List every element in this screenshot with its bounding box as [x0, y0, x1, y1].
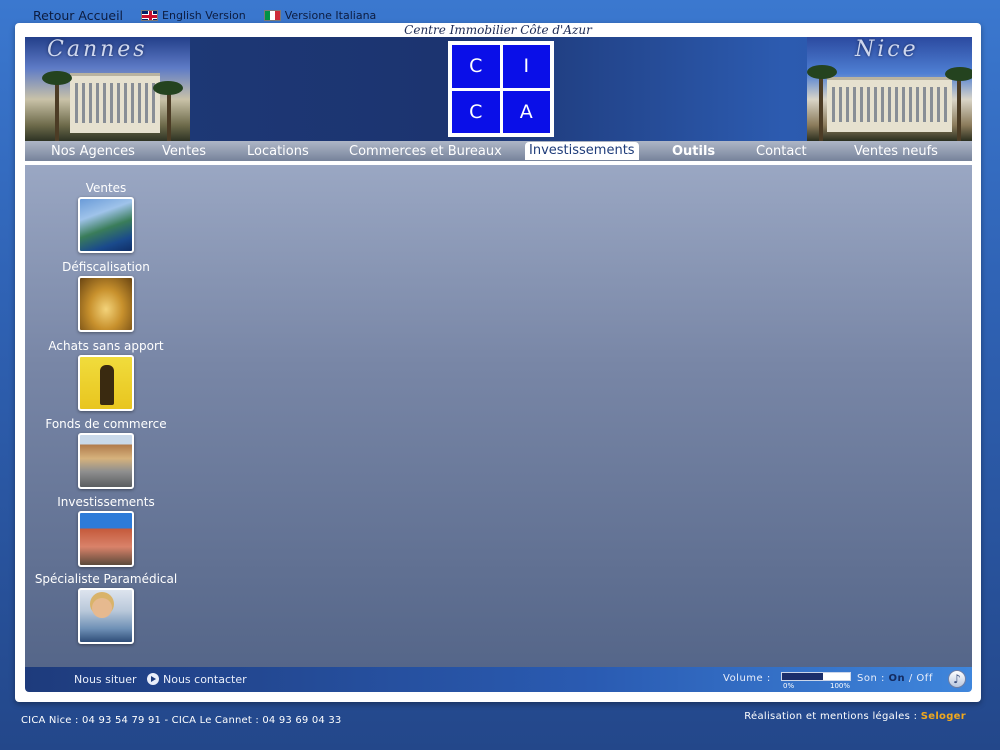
main-nav: Nos Agences Ventes Locations Commerces e… [25, 141, 972, 163]
english-version-label: English Version [162, 9, 246, 22]
cica-logo[interactable]: C I C A [448, 41, 554, 137]
palm-tree [55, 77, 59, 141]
credits-label[interactable]: Réalisation et mentions légales : [744, 711, 917, 722]
negresco-windows [832, 87, 947, 122]
palm-leaves [42, 71, 72, 85]
nav-outils[interactable]: Outils [672, 144, 715, 159]
hotel-windows [75, 83, 155, 123]
nous-situer-link[interactable]: Nous situer [74, 673, 137, 686]
nav-commerces-bureaux[interactable]: Commerces et Bureaux [349, 144, 502, 159]
logo-letter: C [452, 45, 500, 88]
nice-label: Nice [855, 37, 919, 62]
cannes-photo: Cannes [25, 37, 190, 141]
sound-separator: / [908, 673, 913, 684]
logo-letter: I [502, 45, 550, 88]
nav-nos-agences[interactable]: Nos Agences [51, 144, 135, 159]
gold-coins-photo-icon[interactable] [78, 276, 134, 332]
palm-tree [957, 75, 961, 141]
sound-label: Son : [857, 673, 885, 684]
palm-leaves [153, 81, 183, 95]
category-label[interactable]: Ventes [25, 181, 187, 195]
logo-letter: C [452, 90, 500, 133]
volume-label: Volume : [723, 673, 771, 684]
volume-max-label: 100% [830, 682, 851, 690]
header-banner: Cannes C I C A Nice [25, 37, 972, 141]
nav-locations[interactable]: Locations [247, 144, 309, 159]
contact-phones: CICA Nice : 04 93 54 79 91 - CICA Le Can… [21, 715, 342, 726]
italy-flag-icon [263, 10, 281, 21]
category-investissements: Investissements [25, 495, 187, 567]
main-frame: Centre Immobilier Côte d'Azur Cannes C I… [15, 23, 981, 702]
content-area: Ventes Défiscalisation Achats sans appor… [25, 165, 972, 667]
music-note-icon[interactable]: ♪ [948, 670, 966, 688]
volume-slider-fill [782, 673, 823, 680]
logo-letter: A [502, 90, 550, 133]
coast-photo-icon[interactable] [78, 197, 134, 253]
sound-off-button[interactable]: Off [916, 673, 932, 684]
volume-min-label: 0% [783, 682, 795, 690]
nav-ventes[interactable]: Ventes [162, 144, 206, 159]
nav-investissements[interactable]: Investissements [525, 142, 639, 160]
category-label[interactable]: Défiscalisation [25, 260, 187, 274]
nav-contact[interactable]: Contact [756, 144, 807, 159]
cannes-label: Cannes [47, 37, 148, 62]
category-defiscalisation: Défiscalisation [25, 260, 187, 332]
italian-version-label: Versione Italiana [284, 9, 377, 22]
arrow-right-icon [147, 673, 159, 685]
italian-version-link[interactable]: Versione Italiana [263, 9, 377, 22]
nav-ventes-neufs[interactable]: Ventes neufs [854, 144, 938, 159]
frame-footer-bar: Nous situer Nous contacter Volume : 0% 1… [25, 667, 972, 692]
nous-contacter-label: Nous contacter [163, 673, 247, 686]
nous-contacter-link[interactable]: Nous contacter [147, 673, 247, 686]
site-title: Centre Immobilier Côte d'Azur [404, 23, 592, 37]
home-link[interactable]: Retour Accueil [33, 8, 123, 23]
category-specialiste-paramedical: Spécialiste Paramédical [25, 572, 187, 644]
uk-flag-icon [141, 10, 159, 21]
palm-leaves [945, 67, 972, 81]
category-ventes: Ventes [25, 181, 187, 253]
sound-on-button[interactable]: On [889, 673, 906, 684]
english-version-link[interactable]: English Version [141, 9, 246, 22]
palm-leaves [807, 65, 837, 79]
category-label[interactable]: Fonds de commerce [25, 417, 187, 431]
category-label[interactable]: Achats sans apport [25, 339, 187, 353]
seloger-link[interactable]: Seloger [921, 711, 966, 722]
sound-toggle: Son : On / Off [857, 673, 933, 684]
shopfront-photo-icon[interactable] [78, 433, 134, 489]
category-achats-sans-apport: Achats sans apport [25, 339, 187, 411]
volume-slider[interactable] [781, 672, 851, 681]
palm-tree [167, 87, 171, 141]
top-bar: Retour Accueil English Version Versione … [33, 8, 376, 23]
building-photo-icon[interactable] [78, 511, 134, 567]
category-fonds-de-commerce: Fonds de commerce [25, 417, 187, 489]
palm-tree [819, 72, 823, 141]
category-label[interactable]: Spécialiste Paramédical [25, 572, 187, 586]
keys-photo-icon[interactable] [78, 355, 134, 411]
credits: Réalisation et mentions légales : Seloge… [744, 711, 966, 722]
nurse-photo-icon[interactable] [78, 588, 134, 644]
nice-photo: Nice [807, 37, 972, 141]
category-label[interactable]: Investissements [25, 495, 187, 509]
